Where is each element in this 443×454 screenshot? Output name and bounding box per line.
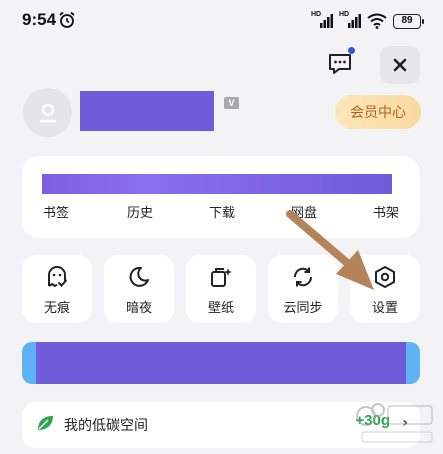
tool-night-mode[interactable]: 暗夜 bbox=[104, 255, 174, 323]
quick-access-card: 书签 历史 下载 网盘 书架 bbox=[22, 156, 420, 238]
quick-item-cloud-drive[interactable]: 网盘 bbox=[284, 202, 324, 221]
leaf-icon bbox=[38, 416, 53, 430]
battery-indicator: 89 bbox=[393, 13, 424, 29]
close-icon bbox=[393, 58, 407, 72]
wallpaper-icon bbox=[211, 268, 232, 287]
status-icons: HD HD 89 bbox=[311, 11, 424, 31]
username-redacted bbox=[80, 91, 214, 131]
close-button[interactable] bbox=[380, 46, 420, 84]
wifi-icon bbox=[367, 13, 387, 29]
tool-settings[interactable]: 设置 bbox=[350, 255, 420, 323]
ghost-icon bbox=[48, 266, 67, 287]
tool-label: 云同步 bbox=[283, 301, 323, 316]
level-badge: V bbox=[224, 97, 239, 109]
signal-1-icon: HD bbox=[311, 11, 333, 29]
chevron-right-icon: › bbox=[402, 415, 408, 431]
tool-label: 暗夜 bbox=[125, 301, 152, 316]
tool-incognito[interactable]: 无痕 bbox=[22, 255, 92, 323]
quick-access-redacted bbox=[42, 174, 392, 194]
banner-redacted bbox=[36, 342, 406, 384]
quick-item-downloads[interactable]: 下载 bbox=[202, 202, 242, 221]
promo-banner[interactable] bbox=[22, 342, 420, 384]
tool-cloud-sync[interactable]: 云同步 bbox=[268, 255, 338, 323]
status-bar: 9:54 HD HD 89 bbox=[0, 0, 443, 40]
quick-item-bookshelf[interactable]: 书架 bbox=[366, 202, 406, 221]
sync-icon bbox=[293, 267, 313, 287]
vip-center-button[interactable]: 会员中心 bbox=[335, 95, 421, 129]
message-icon bbox=[329, 54, 351, 74]
notification-dot bbox=[348, 47, 355, 54]
moon-icon bbox=[129, 266, 149, 287]
signal-2-icon: HD bbox=[339, 11, 361, 29]
avatar[interactable] bbox=[23, 88, 72, 137]
quick-item-history[interactable]: 历史 bbox=[120, 202, 160, 221]
quick-item-bookmarks[interactable]: 书签 bbox=[36, 202, 76, 221]
low-carbon-space-label: 我的低碳空间 bbox=[64, 418, 148, 434]
tool-label: 壁纸 bbox=[207, 301, 234, 316]
alarm-icon bbox=[59, 11, 75, 28]
settings-icon bbox=[375, 266, 395, 288]
message-button[interactable] bbox=[322, 46, 358, 82]
tool-label: 设置 bbox=[371, 301, 398, 316]
tool-label: 无痕 bbox=[43, 301, 70, 316]
quick-access-items: 书签 历史 下载 网盘 书架 bbox=[22, 202, 420, 222]
user-icon bbox=[39, 103, 56, 122]
carbon-saving-value: +30g bbox=[355, 412, 390, 429]
low-carbon-space-card[interactable]: 我的低碳空间 +30g › bbox=[22, 402, 420, 448]
tool-wallpaper[interactable]: 壁纸 bbox=[186, 255, 256, 323]
status-time: 9:54 bbox=[22, 10, 57, 29]
